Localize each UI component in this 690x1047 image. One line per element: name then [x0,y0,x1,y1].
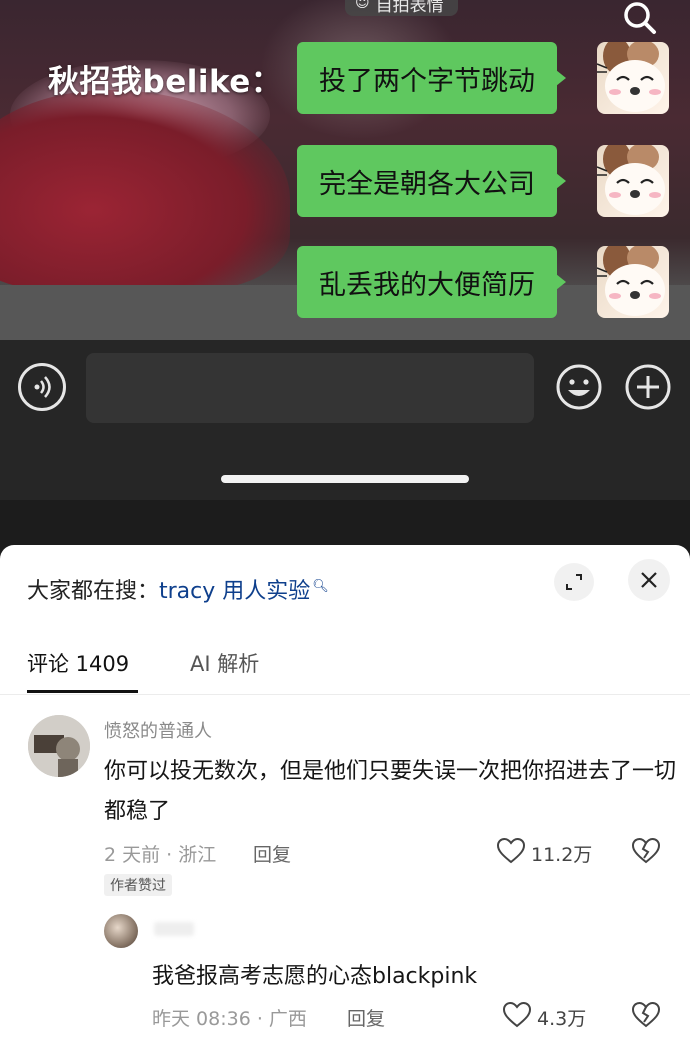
like-count: 4.3万 [537,1008,587,1030]
chat-bubble: 完全是朝各大公司 [297,145,566,217]
plus-icon [625,364,671,410]
reply-button[interactable]: 回复 [347,1004,385,1031]
active-tab-indicator [27,690,138,693]
search-suggestion-prefix: 大家都在搜： [27,579,160,604]
search-icon [624,2,656,34]
close-button[interactable] [628,559,670,601]
tab-comments[interactable]: 评论 1409 [27,648,129,678]
sticker-label-text: 自拍表情 [375,0,444,16]
search-suggestion-query[interactable]: tracy 用人实验 [159,573,310,605]
sticker-avatar [597,145,669,217]
comment-text: 你可以投无数次，但是他们只要失误一次把你招进去了一切都稳了 [104,759,677,824]
broken-heart-icon[interactable] [631,1001,661,1028]
author-liked-badge: 作者赞过 [104,874,172,896]
sticker-avatar [597,246,669,318]
like-count: 11.2万 [531,844,593,866]
more-button[interactable] [624,363,672,411]
emoji-icon [556,364,602,410]
reply-username-blurred [154,922,194,936]
search-suggestion[interactable]: 大家都在搜： tracy 用人实验 🔍︎ [27,573,329,605]
video-caption-title: 秋招我belike： [48,64,283,100]
selfie-sticker-icon: ☺ [355,0,370,11]
reply-text: 我爸报高考志愿的心态blackpink [152,964,478,989]
search-small-icon: 🔍︎ [312,579,329,594]
close-icon [641,572,657,588]
heart-icon[interactable] [496,837,526,864]
sticker-label: ☺ 自拍表情 [345,0,458,16]
message-input[interactable] [86,353,534,423]
emoji-button[interactable] [555,363,603,411]
heart-icon[interactable] [502,1001,532,1028]
comment-username[interactable]: 愤怒的普通人 [104,717,212,743]
reply-meta: 昨天 08:36 · 广西 [152,1008,307,1030]
search-button[interactable] [620,0,660,38]
home-indicator[interactable] [221,475,469,483]
expand-button[interactable] [554,563,594,601]
comment-meta: 2 天前 · 浙江 [104,844,217,866]
chat-bubble: 投了两个字节跳动 [297,42,566,114]
voice-input-button[interactable] [18,363,66,411]
chat-bubble: 乱丢我的大便简历 [297,246,566,318]
broken-heart-icon[interactable] [631,837,661,864]
tab-ai-analysis[interactable]: AI 解析 [190,648,259,678]
voice-icon [34,376,51,398]
avatar[interactable] [104,914,138,948]
sticker-avatar [597,42,669,114]
avatar[interactable] [28,715,90,777]
reply-button[interactable]: 回复 [253,840,291,867]
expand-icon [566,574,582,590]
divider [0,694,690,695]
